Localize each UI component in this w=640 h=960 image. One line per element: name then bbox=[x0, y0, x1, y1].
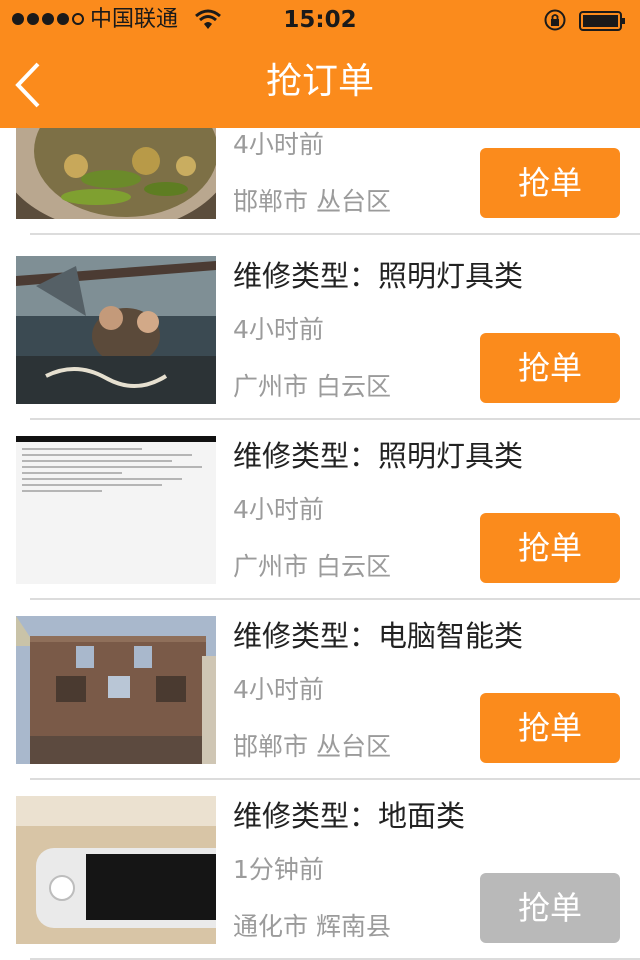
order-item[interactable]: 维修类型：电脑智能类 4小时前 邯郸市 丛台区 抢单 bbox=[0, 600, 640, 780]
order-thumbnail bbox=[16, 616, 216, 764]
grab-order-button[interactable]: 抢单 bbox=[480, 693, 620, 763]
grab-order-button-disabled: 抢单 bbox=[480, 873, 620, 943]
phone-photo bbox=[16, 796, 216, 944]
order-thumbnail bbox=[16, 256, 216, 404]
order-location: 广州市 白云区 bbox=[233, 552, 391, 581]
order-time: 4小时前 bbox=[233, 130, 324, 159]
order-location: 邯郸市 丛台区 bbox=[233, 187, 391, 216]
order-item[interactable]: 维修类型：照明灯具类 4小时前 广州市 白云区 抢单 bbox=[0, 420, 640, 600]
order-title: 维修类型：地面类 bbox=[233, 799, 466, 833]
text-screenshot-photo bbox=[16, 436, 216, 584]
order-title: 维修类型：照明灯具类 bbox=[233, 439, 524, 473]
grab-order-button[interactable]: 抢单 bbox=[480, 333, 620, 403]
order-location: 广州市 白云区 bbox=[233, 372, 391, 401]
order-title: 维修类型：照明灯具类 bbox=[233, 259, 524, 293]
order-item[interactable]: 维修类型：地面类 1分钟前 通化市 辉南县 抢单 bbox=[0, 780, 640, 960]
order-time: 4小时前 bbox=[233, 675, 324, 704]
status-bar: 中国联通 15:02 bbox=[0, 0, 640, 40]
pickled-vegetables-photo bbox=[16, 128, 216, 219]
page-title: 抢订单 bbox=[265, 61, 374, 102]
order-thumbnail bbox=[16, 128, 216, 219]
navigation-header: 中国联通 15:02 抢订单 bbox=[0, 0, 640, 128]
order-thumbnail bbox=[16, 436, 216, 584]
grab-order-button[interactable]: 抢单 bbox=[480, 513, 620, 583]
order-item[interactable]: 4小时前 邯郸市 丛台区 抢单 bbox=[0, 128, 640, 235]
order-time: 4小时前 bbox=[233, 315, 324, 344]
rotation-lock-icon bbox=[544, 9, 566, 31]
battery-icon bbox=[579, 11, 625, 31]
grab-order-button[interactable]: 抢单 bbox=[480, 148, 620, 218]
brick-building-photo bbox=[16, 616, 216, 764]
drama-poster-photo bbox=[16, 256, 216, 404]
order-location: 通化市 辉南县 bbox=[233, 912, 391, 941]
row-divider bbox=[30, 233, 640, 235]
order-time: 1分钟前 bbox=[233, 855, 324, 884]
order-thumbnail bbox=[16, 796, 216, 944]
order-location: 邯郸市 丛台区 bbox=[233, 732, 391, 761]
order-list[interactable]: 4小时前 邯郸市 丛台区 抢单 维修类型：照明灯具类 4小时前 广州市 白云区 … bbox=[0, 128, 640, 960]
order-time: 4小时前 bbox=[233, 495, 324, 524]
order-item[interactable]: 维修类型：照明灯具类 4小时前 广州市 白云区 抢单 bbox=[0, 240, 640, 420]
order-title: 维修类型：电脑智能类 bbox=[233, 619, 524, 653]
